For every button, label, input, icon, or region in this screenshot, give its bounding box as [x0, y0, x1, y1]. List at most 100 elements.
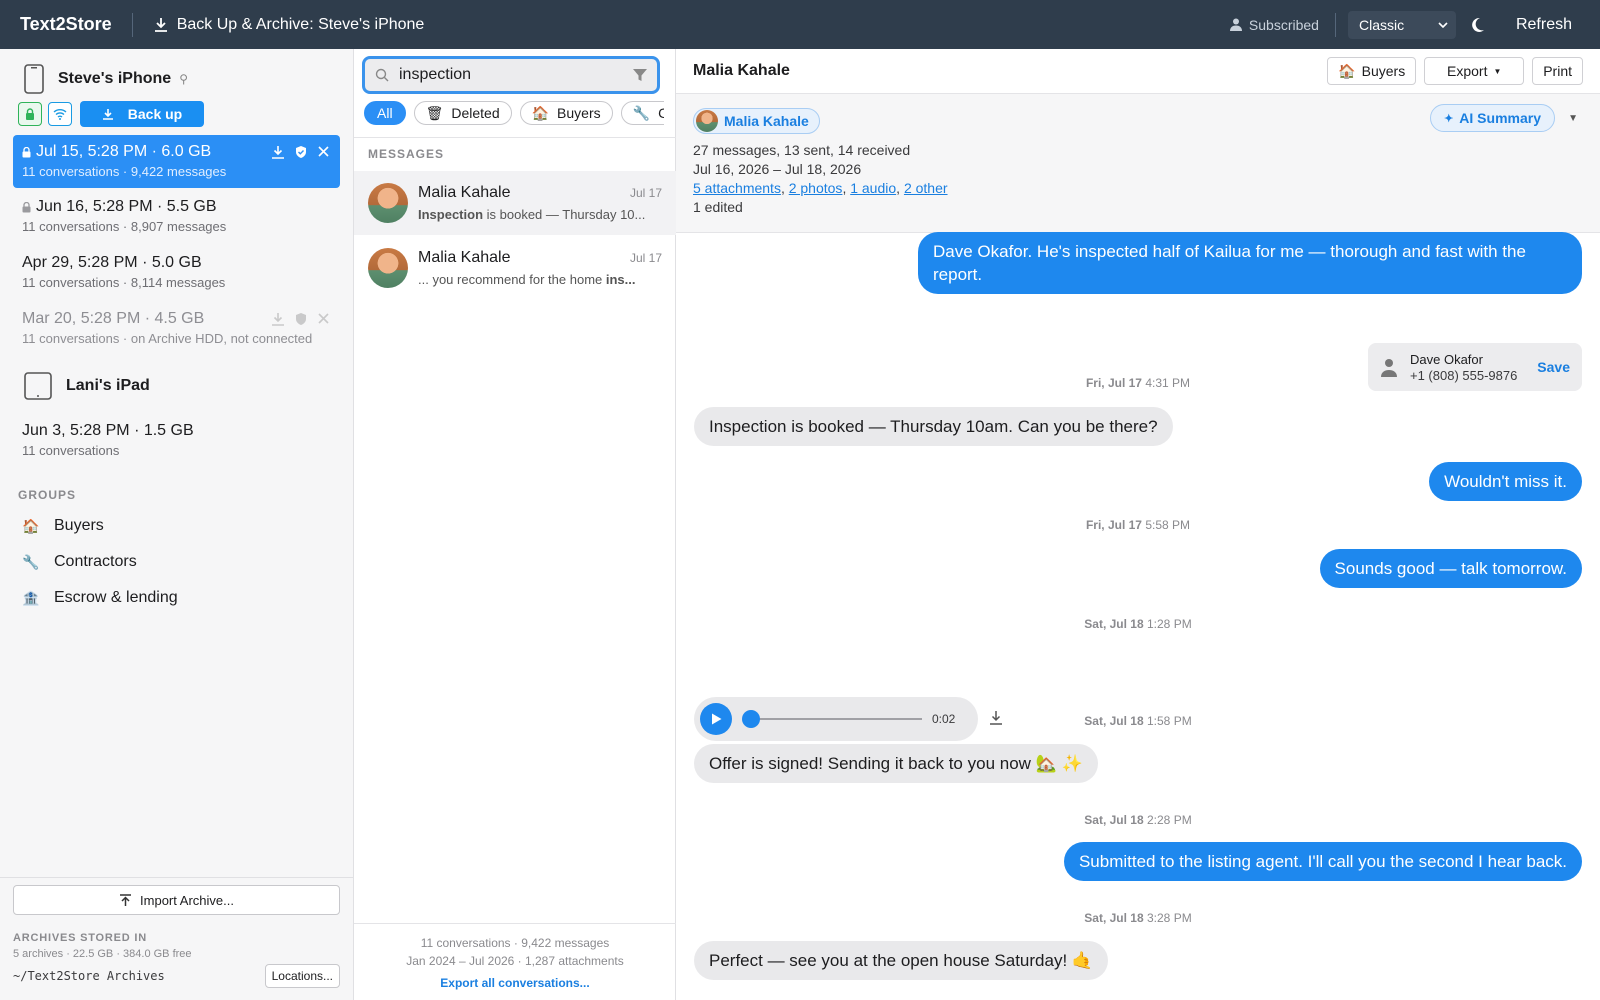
other-link[interactable]: 2 other: [904, 180, 948, 196]
contact-pill[interactable]: Malia Kahale: [693, 108, 820, 134]
timestamp-time: 1:58 PM: [1147, 714, 1192, 728]
refresh-button[interactable]: Refresh: [1516, 16, 1572, 34]
archive-subtitle: 11 conversations: [22, 443, 120, 458]
filter-icon[interactable]: [633, 68, 647, 82]
dark-mode-toggle-icon[interactable]: [1468, 16, 1486, 34]
app-title: Text2Store: [20, 14, 112, 34]
archive-item-disconnected[interactable]: Mar 20, 5:28 PM · 4.5 GB 11 conversation…: [13, 302, 340, 356]
message-bubble-sent: Wouldn't miss it.: [1429, 462, 1582, 501]
group-label: Escrow & lending: [54, 589, 178, 606]
edited-count: 1 edited: [693, 199, 743, 215]
chip-label: Buyers: [557, 105, 601, 121]
conversation-panel: Malia Kahale 🏠 Buyers Export ▼ Print Malia…: [676, 49, 1600, 1000]
sparkle-icon: ✦: [1444, 112, 1454, 125]
group-label: Contractors: [54, 553, 137, 570]
storage-summary: 5 archives · 22.5 GB · 384.0 GB free: [13, 948, 192, 960]
save-contact-button[interactable]: Save: [1537, 359, 1570, 375]
chevron-down-icon: [1438, 21, 1448, 28]
attachments-link[interactable]: 5 attachments: [693, 180, 781, 196]
chip-all[interactable]: All: [364, 101, 406, 125]
ai-summary-button[interactable]: ✦ AI Summary: [1430, 104, 1555, 132]
timestamp-day: Sat, Jul 18: [1084, 813, 1144, 827]
subscribed-label: Subscribed: [1248, 16, 1319, 33]
groups-heading: GROUPS: [18, 488, 77, 502]
search-result-item[interactable]: Malia Kahale Jul 17 Inspection is booked…: [354, 171, 676, 235]
chip-label: Deleted: [451, 105, 500, 121]
date-range: Jul 16, 2026 – Jul 18, 2026: [693, 161, 862, 177]
archive-item[interactable]: Jun 3, 5:28 PM · 1.5 GB 11 conversations: [13, 414, 340, 460]
footer-range: Jan 2024 – Jul 2026 · 1,287 attachments: [406, 954, 624, 968]
back-up-label: Back up: [127, 106, 183, 122]
archives-stored-heading: ARCHIVES STORED IN: [13, 932, 147, 944]
lock-icon[interactable]: [18, 102, 42, 126]
device-name: Steve's iPhone: [58, 70, 172, 87]
device-name: Lani's iPad: [66, 377, 150, 394]
archive-item[interactable]: Jul 15, 5:28 PM · 6.0 GB 11 conversation…: [13, 135, 340, 188]
download-icon: [102, 109, 113, 120]
archive-item[interactable]: Jun 16, 5:28 PM · 5.5 GB 11 conversation…: [13, 190, 340, 244]
conversation-header: Malia Kahale 🏠 Buyers Export ▼ Print: [676, 49, 1600, 94]
chip-deleted[interactable]: 🗑 Deleted: [413, 101, 512, 125]
group-item-contractors[interactable]: 🔧 Contractors: [0, 544, 353, 580]
wrench-icon: 🔧: [632, 104, 651, 121]
message-bubble-received: Offer is signed! Sending it back to you …: [694, 744, 1098, 783]
search-result-item[interactable]: Malia Kahale Jul 17 ... you recommend fo…: [354, 236, 676, 300]
archive-item[interactable]: Apr 29, 5:28 PM · 5.0 GB 11 conversation…: [13, 246, 340, 300]
timestamp: Sat, Jul 18 1:28 PM: [676, 617, 1600, 631]
theme-select[interactable]: Classic: [1347, 10, 1456, 39]
backup-archive-label: Back Up & Archive: Steve's iPhone: [176, 15, 425, 33]
download-icon[interactable]: [271, 312, 285, 326]
close-icon[interactable]: [317, 145, 330, 158]
upload-icon: [120, 893, 132, 906]
back-up-button[interactable]: Back up: [80, 101, 204, 127]
device-lanis-ipad[interactable]: Lani's iPad: [0, 366, 353, 406]
group-item-escrow-lending[interactable]: 🏦 Escrow & lending: [0, 580, 353, 616]
bank-icon: 🏦: [22, 589, 40, 606]
group-item-buyers[interactable]: 🏠 Buyers: [0, 508, 353, 544]
message-bubble-sent: Sounds good — talk tomorrow.: [1319, 549, 1582, 588]
wifi-icon[interactable]: [48, 102, 72, 126]
ipad-icon: [24, 372, 52, 400]
attachment-links: 5 attachments, 2 photos, 1 audio, 2 othe…: [693, 180, 948, 196]
close-icon[interactable]: [317, 312, 330, 325]
download-icon: [154, 17, 167, 32]
import-archive-button[interactable]: Import Archive...: [13, 885, 340, 915]
search-input[interactable]: inspection: [362, 56, 660, 94]
person-icon: [1229, 18, 1242, 31]
subscription-status[interactable]: Subscribed: [1229, 16, 1319, 33]
audio-link[interactable]: 1 audio: [850, 180, 896, 196]
result-date: Jul 17: [629, 251, 662, 265]
print-button[interactable]: Print: [1532, 57, 1583, 85]
shield-check-icon[interactable]: [294, 145, 308, 159]
ai-summary-menu-icon[interactable]: ▼: [1568, 113, 1578, 124]
result-contact-name: Malia Kahale: [418, 184, 511, 201]
timestamp: Sat, Jul 18 2:28 PM: [676, 813, 1600, 827]
timestamp-day: Sat, Jul 18: [1084, 714, 1144, 728]
chip-buyers[interactable]: 🏠 Buyers: [519, 101, 613, 125]
result-contact-name: Malia Kahale: [418, 249, 511, 266]
result-snippet-match: ins...: [605, 272, 636, 287]
message-stats: 27 messages, 13 sent, 14 received: [693, 142, 911, 158]
chip-contractors[interactable]: 🔧 Co: [620, 101, 664, 125]
contact-card-name: Dave Okafor: [1410, 351, 1483, 367]
locations-button[interactable]: Locations...: [264, 964, 340, 988]
message-bubble-sent: Submitted to the listing agent. I'll cal…: [1063, 842, 1582, 881]
cable-icon: ⚲: [179, 72, 188, 86]
timestamp-day: Sat, Jul 18: [1084, 911, 1144, 925]
device-steves-iphone[interactable]: Steve's iPhone ⚲: [0, 59, 353, 99]
timestamp-time: 1:28 PM: [1147, 617, 1192, 631]
shield-check-icon[interactable]: [294, 312, 308, 326]
print-label: Print: [1543, 63, 1572, 79]
ai-summary-label: AI Summary: [1459, 110, 1541, 126]
download-icon[interactable]: [271, 145, 285, 159]
photos-link[interactable]: 2 photos: [789, 180, 843, 196]
archive-subtitle: 11 conversations · on Archive HDD, not c…: [22, 331, 313, 346]
search-input-value: inspection: [399, 66, 472, 83]
result-snippet-match: Inspection: [418, 207, 484, 222]
divider: [1334, 12, 1336, 37]
backup-archive-button[interactable]: Back Up & Archive: Steve's iPhone: [153, 15, 425, 34]
storage-panel: Import Archive... ARCHIVES STORED IN 5 a…: [0, 877, 353, 1000]
export-button[interactable]: Export ▼: [1424, 57, 1525, 85]
export-all-link[interactable]: Export all conversations...: [354, 974, 676, 992]
buyers-group-button[interactable]: 🏠 Buyers: [1327, 57, 1417, 85]
